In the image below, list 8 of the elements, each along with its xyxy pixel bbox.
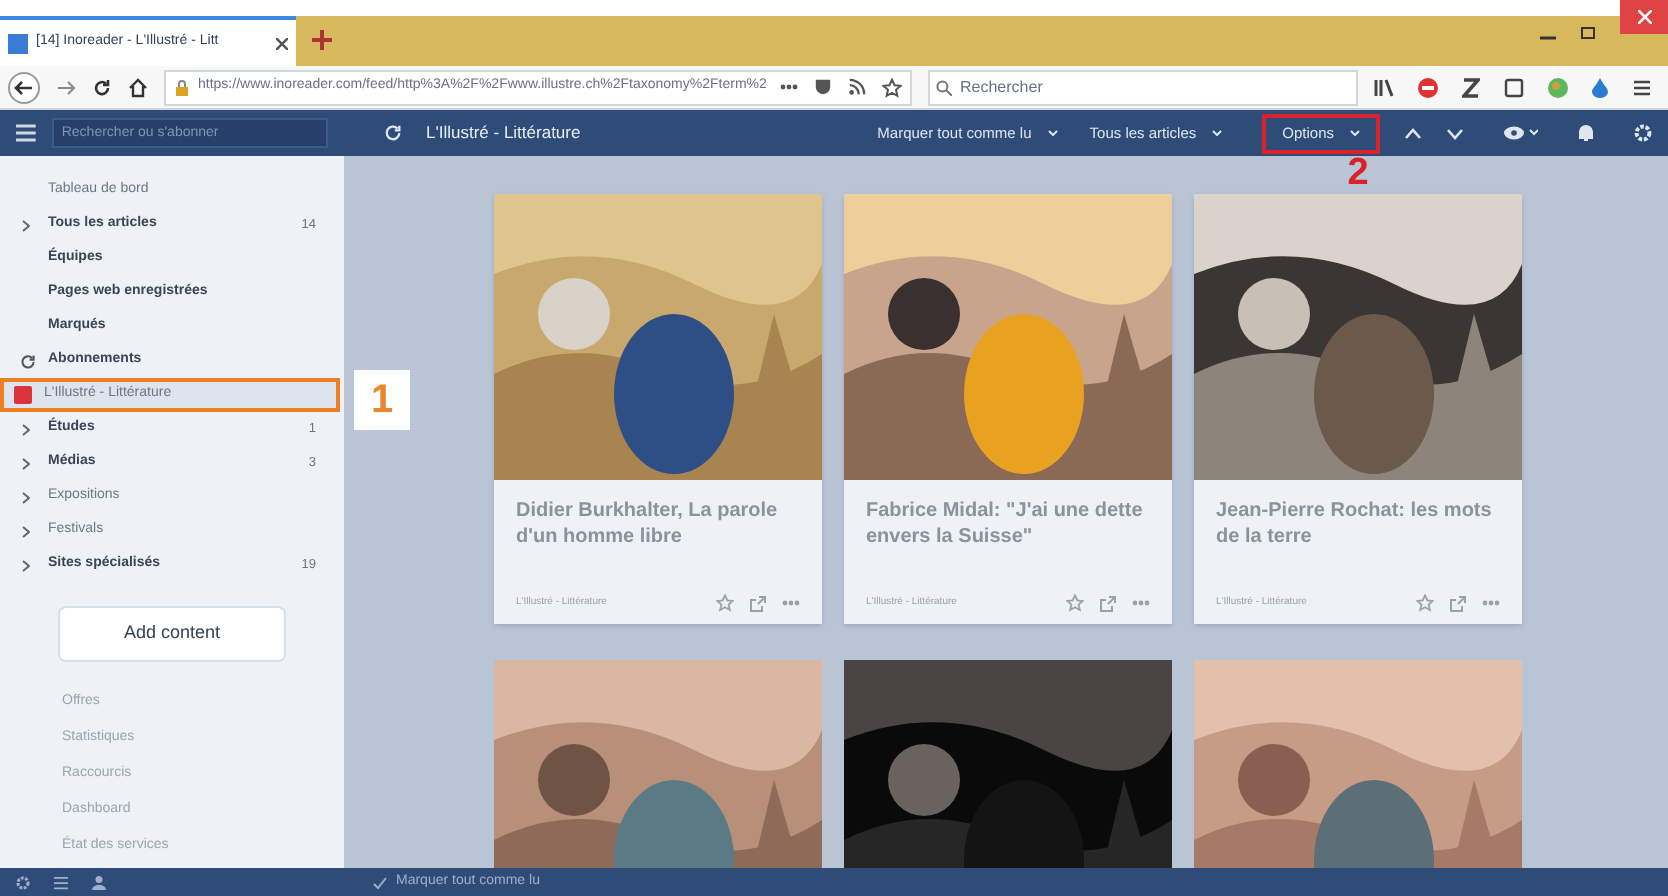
step-marker: 1 <box>354 370 410 430</box>
card-title[interactable]: Jean-Pierre Rochat: les mots de la terre <box>1216 498 1500 550</box>
browser-search-field[interactable]: Rechercher <box>928 69 1358 105</box>
step-marker: 2 <box>1345 156 1371 192</box>
feed-title: L'Illustré - Littérature <box>426 120 581 146</box>
add-content-button[interactable]: Add content <box>58 606 286 662</box>
card-title[interactable]: Fabrice Midal: "J'ai une dette envers la Suisse" <box>866 498 1150 550</box>
card-title[interactable]: Didier Burkhalter, La parole d'un homme libre <box>516 498 800 550</box>
